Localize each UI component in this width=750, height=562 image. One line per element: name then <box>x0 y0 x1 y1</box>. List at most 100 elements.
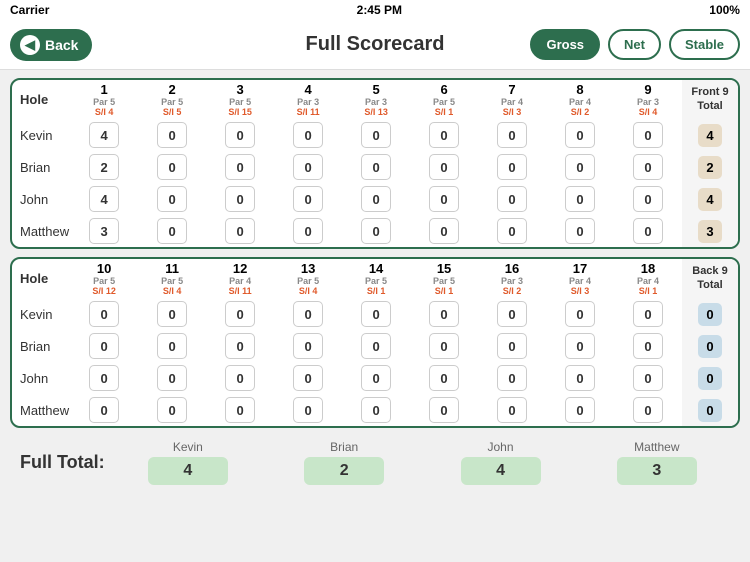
front9-kevin-s8[interactable]: 0 <box>546 119 614 151</box>
front9-matthew-s1[interactable]: 3 <box>70 215 138 247</box>
front9-kevin-s2[interactable]: 0 <box>138 119 206 151</box>
front9-brian-s3[interactable]: 0 <box>206 151 274 183</box>
front9-kevin-s6[interactable]: 0 <box>410 119 478 151</box>
front9-matthew-s4[interactable]: 0 <box>274 215 342 247</box>
back-button[interactable]: ◀ Back <box>10 29 92 61</box>
back9-john-name: John <box>12 362 70 394</box>
front9-matthew-s9[interactable]: 0 <box>614 215 682 247</box>
front9-matthew-s7[interactable]: 0 <box>478 215 546 247</box>
front9-john-s4[interactable]: 0 <box>274 183 342 215</box>
front9-h3: 3 Par 5 S/I 15 <box>206 80 274 119</box>
back9-brian-s14[interactable]: 0 <box>342 330 410 362</box>
front9-john-s2[interactable]: 0 <box>138 183 206 215</box>
battery: 100% <box>709 3 740 17</box>
back9-h13: 13 Par 5 S/I 4 <box>274 259 342 298</box>
back9-hole-header: Hole <box>12 259 70 298</box>
back9-matthew-s14[interactable]: 0 <box>342 394 410 426</box>
front9-brian-s5[interactable]: 0 <box>342 151 410 183</box>
back9-kevin-s16[interactable]: 0 <box>478 298 546 330</box>
front9-brian-s2[interactable]: 0 <box>138 151 206 183</box>
front9-brian-s8[interactable]: 0 <box>546 151 614 183</box>
back9-john-s18[interactable]: 0 <box>614 362 682 394</box>
back9-matthew-s18[interactable]: 0 <box>614 394 682 426</box>
front9-matthew-total: 3 <box>682 215 738 247</box>
full-total-kevin: Kevin 4 <box>115 440 261 485</box>
front9-matthew-s8[interactable]: 0 <box>546 215 614 247</box>
back9-matthew-s13[interactable]: 0 <box>274 394 342 426</box>
front9-john-s8[interactable]: 0 <box>546 183 614 215</box>
back9-brian-s16[interactable]: 0 <box>478 330 546 362</box>
front9-kevin-s3[interactable]: 0 <box>206 119 274 151</box>
front9-matthew-s3[interactable]: 0 <box>206 215 274 247</box>
back9-matthew-s15[interactable]: 0 <box>410 394 478 426</box>
back9-header-row: Hole 10 Par 5 S/I 12 11 Par 5 S/I 4 12 <box>12 259 738 298</box>
front9-matthew-s6[interactable]: 0 <box>410 215 478 247</box>
back9-brian-s13[interactable]: 0 <box>274 330 342 362</box>
front9-john-name: John <box>12 183 70 215</box>
back9-john-s10[interactable]: 0 <box>70 362 138 394</box>
back9-kevin-row: Kevin 0 0 0 0 0 0 0 0 0 0 <box>12 298 738 330</box>
back9-kevin-s12[interactable]: 0 <box>206 298 274 330</box>
back9-kevin-s10[interactable]: 0 <box>70 298 138 330</box>
back9-kevin-s17[interactable]: 0 <box>546 298 614 330</box>
full-total-players: Kevin 4 Brian 2 John 4 Matthew 3 <box>115 440 730 485</box>
back9-matthew-s10[interactable]: 0 <box>70 394 138 426</box>
back9-brian-s17[interactable]: 0 <box>546 330 614 362</box>
full-total-matthew-name: Matthew <box>584 440 730 454</box>
front9-matthew-s2[interactable]: 0 <box>138 215 206 247</box>
front9-brian-s9[interactable]: 0 <box>614 151 682 183</box>
front9-john-s5[interactable]: 0 <box>342 183 410 215</box>
back9-kevin-s15[interactable]: 0 <box>410 298 478 330</box>
back9-matthew-s11[interactable]: 0 <box>138 394 206 426</box>
front9-h2: 2 Par 5 S/I 5 <box>138 80 206 119</box>
back9-brian-name: Brian <box>12 330 70 362</box>
back9-brian-s18[interactable]: 0 <box>614 330 682 362</box>
status-bar: Carrier 2:45 PM 100% <box>0 0 750 20</box>
back9-brian-s10[interactable]: 0 <box>70 330 138 362</box>
front9-john-s1[interactable]: 4 <box>70 183 138 215</box>
tab-gross[interactable]: Gross <box>530 29 600 60</box>
front9-kevin-s1[interactable]: 4 <box>70 119 138 151</box>
front9-kevin-name: Kevin <box>12 119 70 151</box>
front9-kevin-s9[interactable]: 0 <box>614 119 682 151</box>
full-total-label: Full Total: <box>20 452 105 473</box>
back9-kevin-s18[interactable]: 0 <box>614 298 682 330</box>
tab-stable[interactable]: Stable <box>669 29 740 60</box>
front9-brian-s1[interactable]: 2 <box>70 151 138 183</box>
back9-brian-s15[interactable]: 0 <box>410 330 478 362</box>
front9-kevin-s5[interactable]: 0 <box>342 119 410 151</box>
front9-brian-s7[interactable]: 0 <box>478 151 546 183</box>
back9-matthew-s17[interactable]: 0 <box>546 394 614 426</box>
back9-john-s14[interactable]: 0 <box>342 362 410 394</box>
front9-brian-s4[interactable]: 0 <box>274 151 342 183</box>
back9-h18: 18 Par 4 S/I 1 <box>614 259 682 298</box>
front9-brian-s6[interactable]: 0 <box>410 151 478 183</box>
front9-matthew-s5[interactable]: 0 <box>342 215 410 247</box>
back9-john-s11[interactable]: 0 <box>138 362 206 394</box>
back9-john-s15[interactable]: 0 <box>410 362 478 394</box>
back9-kevin-s14[interactable]: 0 <box>342 298 410 330</box>
back9-john-s16[interactable]: 0 <box>478 362 546 394</box>
back9-h12: 12 Par 4 S/I 11 <box>206 259 274 298</box>
back9-john-s13[interactable]: 0 <box>274 362 342 394</box>
back9-kevin-s13[interactable]: 0 <box>274 298 342 330</box>
back9-matthew-s12[interactable]: 0 <box>206 394 274 426</box>
front9-kevin-s4[interactable]: 0 <box>274 119 342 151</box>
back9-matthew-s16[interactable]: 0 <box>478 394 546 426</box>
front9-kevin-row: Kevin 4 0 0 0 0 0 0 0 0 4 <box>12 119 738 151</box>
tab-net[interactable]: Net <box>608 29 661 60</box>
front9-john-s7[interactable]: 0 <box>478 183 546 215</box>
front9-kevin-s7[interactable]: 0 <box>478 119 546 151</box>
back9-table: Hole 10 Par 5 S/I 12 11 Par 5 S/I 4 12 <box>12 259 738 426</box>
back9-brian-s11[interactable]: 0 <box>138 330 206 362</box>
front9-matthew-row: Matthew 3 0 0 0 0 0 0 0 0 3 <box>12 215 738 247</box>
back9-john-s12[interactable]: 0 <box>206 362 274 394</box>
back9-brian-s12[interactable]: 0 <box>206 330 274 362</box>
front9-john-s9[interactable]: 0 <box>614 183 682 215</box>
back9-h17: 17 Par 4 S/I 3 <box>546 259 614 298</box>
front9-john-s6[interactable]: 0 <box>410 183 478 215</box>
back9-john-s17[interactable]: 0 <box>546 362 614 394</box>
back9-kevin-s11[interactable]: 0 <box>138 298 206 330</box>
full-total-section: Full Total: Kevin 4 Brian 2 John 4 Matth… <box>10 436 740 489</box>
front9-john-s3[interactable]: 0 <box>206 183 274 215</box>
